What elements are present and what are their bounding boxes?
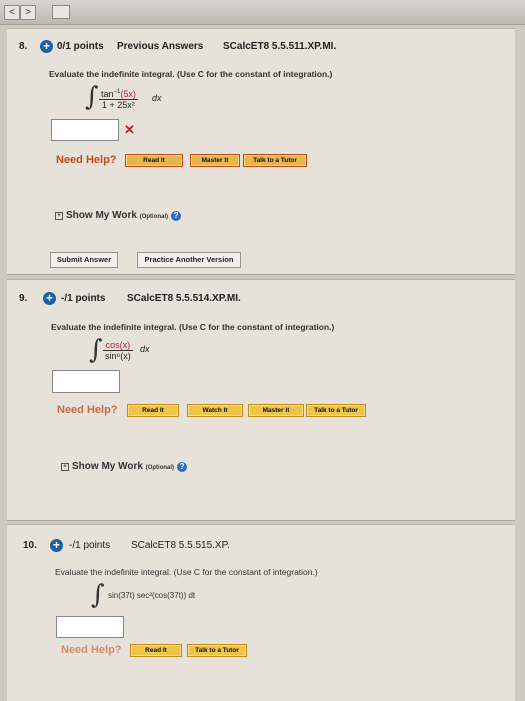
talk-to-tutor-button[interactable]: Talk to a Tutor	[306, 404, 366, 417]
master-it-button[interactable]: Master It	[190, 154, 240, 167]
answer-input[interactable]	[51, 119, 119, 141]
problem-code: SCalcET8 5.5.515.XP.	[131, 540, 230, 551]
need-help-label: Need Help?	[56, 154, 117, 166]
problem-code: SCalcET8 5.5.511.XP.MI.	[223, 41, 337, 52]
expand-toggle-icon[interactable]: +	[61, 463, 69, 471]
question-number: 10.	[23, 540, 37, 551]
read-it-button[interactable]: Read It	[127, 404, 179, 417]
instruction-text: Evaluate the indefinite integral. (Use C…	[55, 567, 318, 577]
expand-plus-icon[interactable]: +	[50, 539, 63, 552]
show-my-work-toggle[interactable]: + Show My Work (Optional)?	[61, 461, 188, 472]
help-question-icon[interactable]: ?	[177, 462, 188, 472]
instruction-text: Evaluate the indefinite integral. (Use C…	[51, 322, 335, 332]
talk-to-tutor-button[interactable]: Talk to a Tutor	[187, 644, 247, 657]
integral-sign-icon: ∫	[89, 335, 103, 365]
back-button[interactable]: <	[4, 5, 20, 20]
points-label: 0/1 points	[57, 41, 104, 52]
previous-answers-link[interactable]: Previous Answers	[117, 41, 203, 52]
watch-it-button[interactable]: Watch It	[187, 404, 243, 417]
read-it-button[interactable]: Read It	[130, 644, 182, 657]
question-10-panel: 10. + -/1 points SCalcET8 5.5.515.XP. Ev…	[7, 524, 515, 701]
help-question-icon[interactable]: ?	[171, 211, 182, 221]
dx-label: dx	[140, 344, 150, 354]
sidebar-toggle-icon[interactable]	[52, 5, 70, 19]
dx-label: dx	[152, 93, 162, 103]
integral-sign-icon: ∫	[85, 82, 99, 112]
forward-button[interactable]: >	[20, 5, 36, 20]
expand-plus-icon[interactable]: +	[40, 40, 53, 53]
practice-another-version-button[interactable]: Practice Another Version	[137, 252, 241, 268]
question-number: 8.	[19, 41, 28, 52]
divider	[7, 520, 515, 521]
question-8-panel: 8. + 0/1 points Previous Answers SCalcET…	[7, 28, 515, 274]
master-it-button[interactable]: Master It	[248, 404, 304, 417]
integrand-fraction: cos(x) sin⁶(x)	[103, 340, 133, 361]
integrand-expression: sin(37t) sec²(cos(37t)) dt	[108, 591, 196, 600]
instruction-text: Evaluate the indefinite integral. (Use C…	[49, 69, 333, 79]
problem-code: SCalcET8 5.5.514.XP.MI.	[127, 293, 241, 304]
need-help-label: Need Help?	[61, 644, 122, 656]
expand-toggle-icon[interactable]: +	[55, 212, 63, 220]
submit-answer-button[interactable]: Submit Answer	[50, 252, 118, 268]
answer-input[interactable]	[56, 616, 124, 638]
incorrect-x-icon: ✕	[124, 122, 135, 137]
points-label: -/1 points	[61, 293, 106, 304]
browser-toolbar: < >	[0, 0, 525, 25]
integrand-fraction: tan−1(5x) 1 + 25x²	[99, 89, 138, 110]
question-9-panel: 9. + -/1 points SCalcET8 5.5.514.XP.MI. …	[7, 279, 515, 520]
question-number: 9.	[19, 293, 28, 304]
points-label: -/1 points	[69, 540, 111, 551]
expand-plus-icon[interactable]: +	[43, 292, 56, 305]
answer-input[interactable]	[52, 370, 120, 393]
divider	[7, 274, 515, 275]
read-it-button[interactable]: Read It	[125, 154, 183, 167]
talk-to-tutor-button[interactable]: Talk to a Tutor	[243, 154, 307, 167]
need-help-label: Need Help?	[57, 404, 118, 416]
show-my-work-toggle[interactable]: + Show My Work (Optional)?	[55, 210, 182, 221]
integral-sign-icon: ∫	[91, 580, 105, 610]
